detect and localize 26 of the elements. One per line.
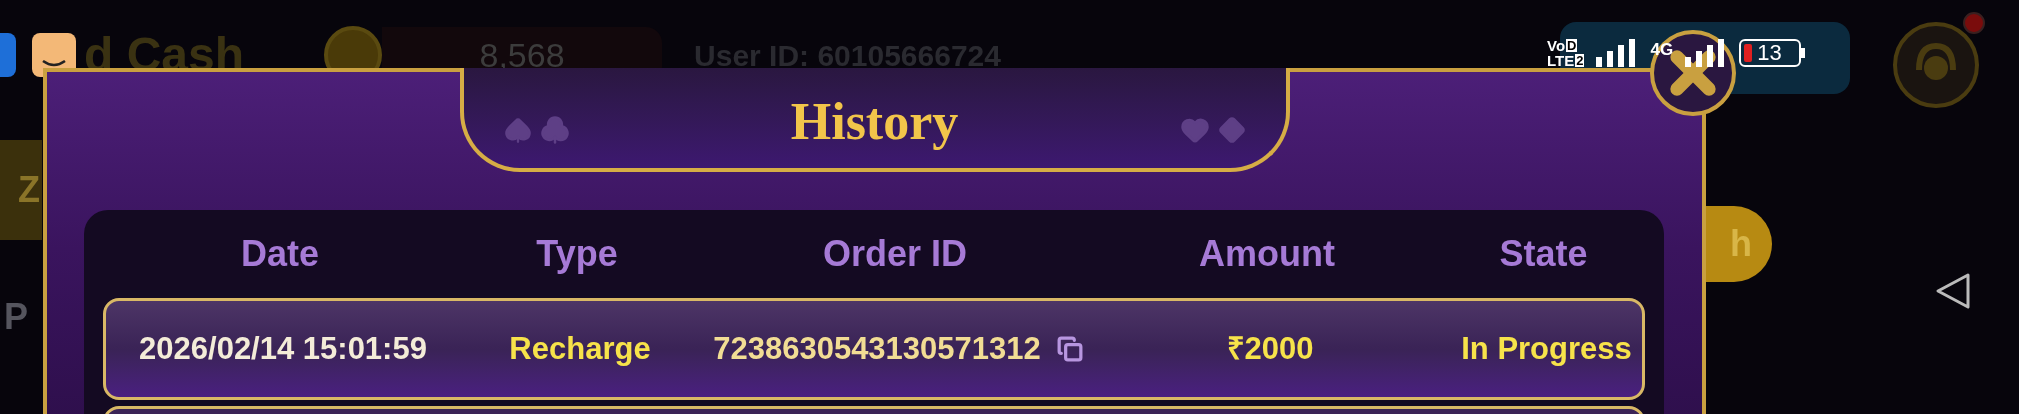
side-tab[interactable]: Z [0,140,42,240]
date-cell-text: 2026/02/14 15:01:59 [139,329,427,368]
copy-icon[interactable] [1056,336,1083,362]
sim-badge: 2 [1575,54,1585,67]
lte-label: LTE [1547,53,1575,68]
state-cell-text: In Progress [1461,329,1632,368]
spade-icon [503,116,532,144]
club-icon [539,115,570,145]
column-header: Type [536,232,618,276]
dialog-title: History [790,92,959,152]
diamond-icon [1217,116,1246,144]
smile-icon [41,59,67,69]
column-header: Amount [1199,232,1335,276]
type-cell-text: Recharge [509,329,651,368]
side-label: P [4,295,28,339]
app-icon[interactable] [0,33,16,77]
column-header: State [1499,232,1588,276]
battery-level: 13 [1757,42,1782,64]
column-header: Order ID [822,232,967,276]
order-id-cell-text: 7238630543130571312 [713,329,1041,368]
volte-label: Vo [1547,38,1566,53]
back-icon[interactable] [1935,272,1971,310]
volte-badge: D [1566,39,1578,52]
battery-icon [1739,39,1806,67]
column-header: Date [241,232,319,276]
amount-cell-text: ₹2000 [1226,329,1314,368]
